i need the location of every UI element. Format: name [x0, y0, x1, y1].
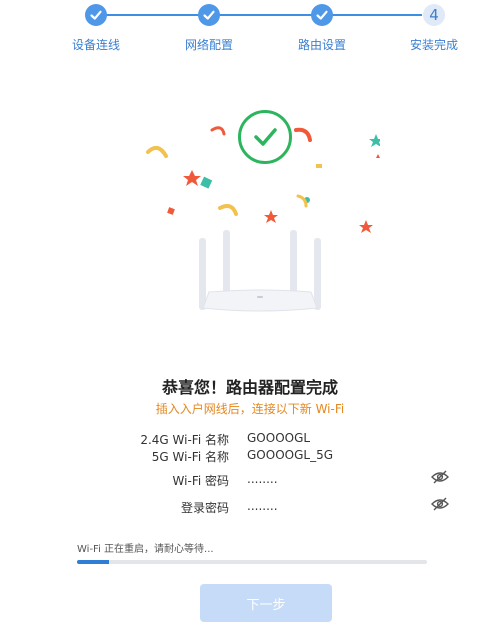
step-3-check-icon — [311, 4, 333, 26]
info-label: 登录密码 — [180, 501, 229, 515]
connect-instruction: 插入入户网线后，连接以下新 Wi-Fi — [155, 402, 345, 416]
setup-stepper: 4 设备连线 网络配置 路由设置 安装完成 — [0, 0, 500, 60]
stepper-line — [104, 14, 422, 16]
page-title: 恭喜您！路由器配置完成 — [161, 378, 338, 397]
info-label: Wi-Fi 密码 — [172, 474, 229, 488]
info-label: 2.4G Wi-Fi 名称 — [140, 433, 229, 447]
login-password-value: ........ — [247, 499, 278, 513]
step-1-label: 设备连线 — [71, 38, 120, 52]
step-2-check-icon — [198, 4, 220, 26]
step-4-number: 4 — [423, 4, 445, 26]
eye-hidden-icon[interactable] — [430, 469, 450, 485]
step-2-label: 网络配置 — [184, 38, 233, 52]
wifi-24g-name-value: GOOOOGL — [247, 431, 311, 445]
step-3-label: 路由设置 — [297, 38, 346, 52]
progress-fill — [77, 560, 109, 564]
wifi-password-value: ........ — [247, 472, 278, 486]
restart-progress-bar — [77, 560, 427, 564]
success-illustration — [140, 100, 380, 325]
info-label: 5G Wi-Fi 名称 — [151, 450, 229, 464]
restart-status-text: Wi-Fi 正在重启，请耐心等待... — [77, 544, 214, 555]
step-4-label: 安装完成 — [409, 38, 458, 52]
step-1-check-icon — [85, 4, 107, 26]
confetti-decoration — [146, 126, 380, 233]
next-step-button[interactable]: 下一步 — [200, 584, 332, 622]
wifi-5g-name-value: GOOOOGL_5G — [247, 448, 333, 462]
eye-hidden-icon[interactable] — [430, 496, 450, 512]
